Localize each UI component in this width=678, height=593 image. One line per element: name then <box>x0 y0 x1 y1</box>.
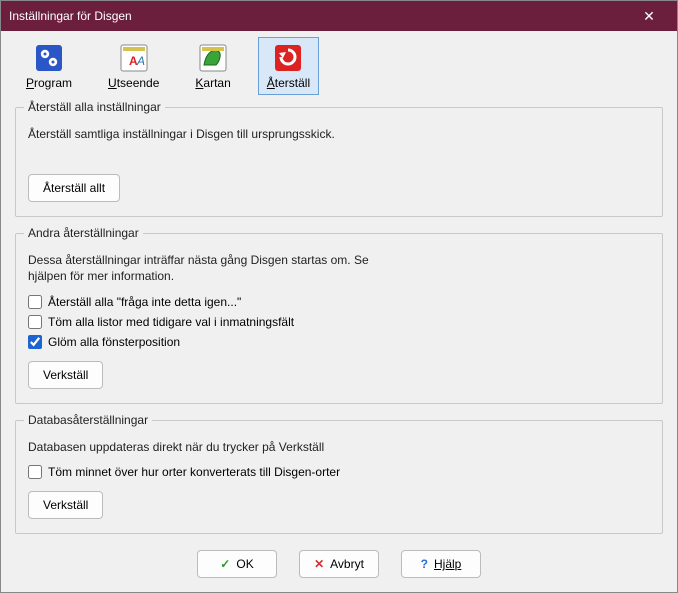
close-icon[interactable]: ✕ <box>629 8 669 25</box>
settings-window: Inställningar för Disgen ✕ Program AA Ut… <box>0 0 678 593</box>
tab-label: Utseende <box>108 76 159 90</box>
group-desc: Databasen uppdateras direkt när du tryck… <box>28 439 384 455</box>
checkbox-label: Återställ alla "fråga inte detta igen...… <box>48 295 241 309</box>
checkbox-reset-dont-ask[interactable] <box>28 295 42 309</box>
tab-label: Återställ <box>267 76 310 90</box>
group-legend: Återställ alla inställningar <box>24 100 165 114</box>
checkbox-clear-place-memory[interactable] <box>28 465 42 479</box>
check-icon: ✓ <box>220 557 230 571</box>
dialog-footer: ✓OK ✕Avbryt ?Hjälp <box>1 540 677 592</box>
help-button[interactable]: ?Hjälp <box>401 550 481 578</box>
group-reset-all: Återställ alla inställningar Återställ s… <box>15 107 663 217</box>
group-legend: Databasåterställningar <box>24 413 152 427</box>
tab-utseende[interactable]: AA Utseende <box>99 37 168 95</box>
ok-button[interactable]: ✓OK <box>197 550 277 578</box>
group-legend: Andra återställningar <box>24 226 143 240</box>
checkbox-label: Töm minnet över hur orter konverterats t… <box>48 465 340 479</box>
checkbox-label: Glöm alla fönsterposition <box>48 335 180 349</box>
group-db-reset: Databasåterställningar Databasen uppdate… <box>15 420 663 534</box>
appearance-icon: AA <box>118 42 150 74</box>
group-desc: Dessa återställningar inträffar nästa gå… <box>28 252 384 284</box>
tab-label: Kartan <box>195 76 230 90</box>
svg-text:A: A <box>136 54 145 68</box>
group-other-reset: Andra återställningar Dessa återställnin… <box>15 233 663 403</box>
titlebar: Inställningar för Disgen ✕ <box>1 1 677 31</box>
apply-other-button[interactable]: Verkställ <box>28 361 103 389</box>
question-icon: ? <box>421 557 428 571</box>
cancel-button[interactable]: ✕Avbryt <box>299 550 379 578</box>
content-area: Återställ alla inställningar Återställ s… <box>1 97 677 540</box>
tab-kartan[interactable]: Kartan <box>186 37 239 95</box>
tab-program[interactable]: Program <box>17 37 81 95</box>
reset-icon <box>272 42 304 74</box>
group-desc: Återställ samtliga inställningar i Disge… <box>28 126 384 142</box>
x-icon: ✕ <box>314 557 324 571</box>
map-icon <box>197 42 229 74</box>
checkbox-label: Töm alla listor med tidigare val i inmat… <box>48 315 294 329</box>
toolbar: Program AA Utseende Kartan Återställ <box>1 31 677 97</box>
reset-all-button[interactable]: Återställ allt <box>28 174 120 202</box>
checkbox-forget-positions[interactable] <box>28 335 42 349</box>
gears-icon <box>33 42 65 74</box>
tab-aterstall[interactable]: Återställ <box>258 37 319 95</box>
checkbox-clear-lists[interactable] <box>28 315 42 329</box>
apply-db-button[interactable]: Verkställ <box>28 491 103 519</box>
window-title: Inställningar för Disgen <box>9 9 629 23</box>
tab-label: Program <box>26 76 72 90</box>
